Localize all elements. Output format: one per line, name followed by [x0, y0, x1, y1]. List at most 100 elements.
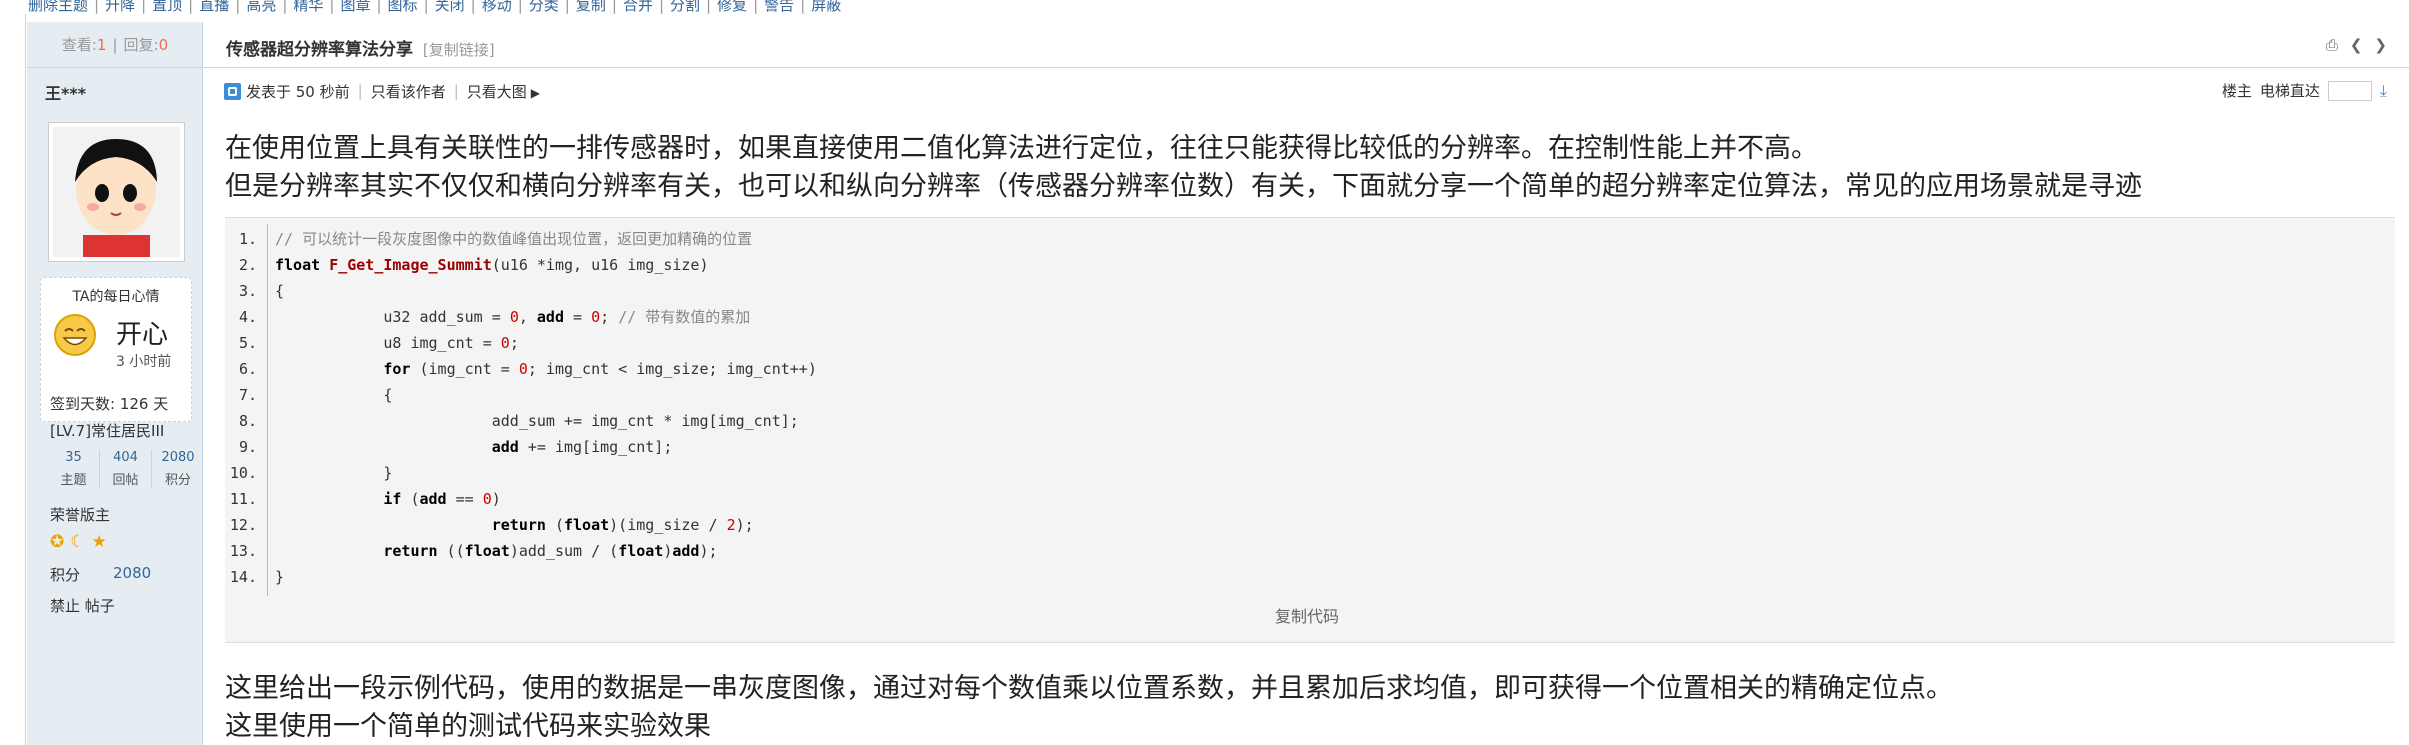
code-line-number: 12. — [229, 516, 257, 534]
user-counts: 35 主题 404 回帖 2080 积分 — [48, 450, 204, 488]
mood-title: TA的每日心情 — [72, 289, 160, 305]
code-line-text: } — [275, 464, 393, 482]
code-line-text: float F_Get_Image_Summit(u16 *img, u16 i… — [275, 256, 709, 274]
moderation-action[interactable]: 分类 — [529, 0, 559, 14]
code-line: 11. if (add == 0) — [225, 486, 2395, 512]
thread-title-text: 传感器超分辨率算法分享 — [226, 40, 413, 60]
moderation-action[interactable]: 直播 — [199, 0, 229, 14]
moderation-action[interactable]: 图章 — [340, 0, 370, 14]
code-line: 9. add += img[img_cnt]; — [225, 434, 2395, 460]
next-thread-icon[interactable]: ❯ — [2374, 36, 2387, 54]
code-lines: 1. // 可以统计一段灰度图像中的数值峰值出现位置，返回更加精确的位置 2. flo… — [225, 226, 2395, 590]
moderation-action[interactable]: 移动 — [482, 0, 512, 14]
ban-post-link[interactable]: 禁止 帖子 — [50, 595, 115, 616]
jump-label: 电梯直达 — [2259, 82, 2320, 100]
code-line: 8. add_sum += img_cnt * img[img_cnt]; — [225, 408, 2395, 434]
code-block: 1. // 可以统计一段灰度图像中的数值峰值出现位置，返回更加精确的位置 2. flo… — [225, 217, 2395, 643]
moderation-action[interactable]: 高亮 — [246, 0, 276, 14]
code-line-number: 8. — [238, 412, 257, 430]
code-line-number: 4. — [238, 308, 257, 326]
action-divider: | — [564, 0, 570, 14]
code-line-number: 5. — [238, 334, 257, 352]
user-count-cell[interactable]: 404 回帖 — [100, 450, 152, 488]
copy-link-button[interactable]: [复制链接] — [423, 41, 495, 59]
user-count-label: 积分 — [164, 473, 191, 488]
post-icon — [224, 82, 241, 100]
moderation-action[interactable]: 删除主题 — [28, 0, 88, 14]
views-label: 查看: — [61, 36, 97, 54]
code-line: 6. for (img_cnt = 0; img_cnt < img_size;… — [225, 356, 2395, 382]
code-line-number: 2. — [238, 256, 257, 274]
thread-stats: 查看: 1 | 回复: 0 — [27, 22, 203, 68]
code-line-number: 7. — [238, 386, 257, 404]
only-author-link[interactable]: 只看该作者 — [371, 81, 446, 102]
meta-divider: | — [453, 82, 459, 100]
score-value[interactable]: 2080 — [113, 564, 151, 582]
star-medal-icon[interactable]: ★ — [92, 532, 107, 552]
moderation-action[interactable]: 修复 — [717, 0, 747, 14]
moderation-action[interactable]: 升降 — [105, 0, 135, 14]
code-line-number: 3. — [238, 282, 257, 300]
code-line-text: } — [275, 568, 285, 586]
code-line: 13. return ((float)add_sum / (float)add)… — [225, 538, 2395, 564]
action-divider: | — [706, 0, 712, 14]
sun-medal-icon[interactable]: ✪ — [50, 532, 64, 552]
post-paragraph-1: 在使用位置上具有关联性的一排传感器时，如果直接使用二值化算法进行定位，往往只能获… — [225, 133, 1818, 164]
code-line-text: if (add == 0) — [383, 490, 501, 508]
code-line-text: return ((float)add_sum / (float)add); — [383, 542, 718, 560]
left-gutter — [0, 14, 26, 745]
action-divider: | — [235, 0, 241, 14]
user-count-number: 2080 — [161, 450, 195, 465]
action-divider: | — [282, 0, 288, 14]
code-line-number: 11. — [229, 490, 257, 508]
code-line-number: 9. — [238, 438, 257, 456]
post-paragraph-4: 这里使用一个简单的测试代码来实验效果 — [225, 711, 711, 742]
moderation-action[interactable]: 屏蔽 — [811, 0, 841, 14]
moderation-action[interactable]: 关闭 — [435, 0, 465, 14]
post-paragraph-2: 但是分辨率其实不仅仅和横向分辨率有关，也可以和纵向分辨率（传感器分辨率位数）有关… — [225, 171, 2142, 202]
only-big-image-label: 只看大图 — [466, 82, 527, 101]
post-time: 发表于 50 秒前 — [246, 82, 350, 101]
code-line: 3. { — [225, 278, 2395, 304]
moderation-action[interactable]: 复制 — [576, 0, 606, 14]
code-line: 1. // 可以统计一段灰度图像中的数值峰值出现位置，返回更加精确的位置 — [225, 226, 2395, 252]
action-divider: | — [141, 0, 147, 14]
action-divider: | — [329, 0, 335, 14]
views-count: 1 — [96, 35, 107, 54]
action-divider: | — [611, 0, 617, 14]
user-level[interactable]: [LV.7]常住居民III — [50, 420, 164, 441]
action-divider: | — [423, 0, 429, 14]
replies-label: 回复: — [123, 36, 159, 54]
print-icon[interactable]: ⎙ — [2326, 36, 2338, 54]
user-count-number: 35 — [65, 450, 82, 465]
action-divider: | — [517, 0, 523, 14]
copy-code-button[interactable]: 复制代码 — [1275, 603, 1339, 627]
moderation-action[interactable]: 图标 — [388, 0, 418, 14]
avatar[interactable] — [48, 122, 185, 262]
floor-jump-input[interactable] — [2327, 80, 2372, 101]
author-name[interactable]: 王*** — [45, 80, 86, 104]
code-line: 5. u8 img_cnt = 0; — [225, 330, 2395, 356]
user-count-cell[interactable]: 2080 积分 — [152, 450, 204, 488]
medals: ✪ ☾ ★ — [50, 532, 107, 552]
action-divider: | — [188, 0, 194, 14]
mood-word: 开心 — [116, 320, 169, 350]
moderation-action[interactable]: 警告 — [764, 0, 794, 14]
prev-thread-icon[interactable]: ❮ — [2350, 36, 2363, 54]
action-divider: | — [753, 0, 759, 14]
avatar-image — [53, 127, 180, 257]
moon-medal-icon[interactable]: ☾ — [70, 532, 85, 552]
post-meta: 发表于 50 秒前 | 只看该作者 | 只看大图 ▶ — [224, 80, 540, 102]
arrow-down-icon[interactable]: ⤓ — [2380, 81, 2387, 101]
user-count-cell[interactable]: 35 主题 — [48, 450, 100, 488]
thread-title-bar: 传感器超分辨率算法分享 [复制链接] ⎙ ❮ ❯ — [204, 22, 2409, 68]
moderation-action[interactable]: 精华 — [293, 0, 323, 14]
code-line-text: u8 img_cnt = 0; — [275, 334, 519, 352]
user-count-label: 回帖 — [112, 473, 139, 488]
moderation-action[interactable]: 分割 — [670, 0, 700, 14]
mood-time: 3 小时前 — [116, 354, 172, 370]
moderation-action[interactable]: 合并 — [623, 0, 653, 14]
only-big-image-link[interactable]: 只看大图 ▶ — [467, 81, 540, 102]
code-line-text: // 可以统计一段灰度图像中的数值峰值出现位置，返回更加精确的位置 — [275, 230, 753, 248]
moderation-action[interactable]: 置顶 — [152, 0, 182, 14]
